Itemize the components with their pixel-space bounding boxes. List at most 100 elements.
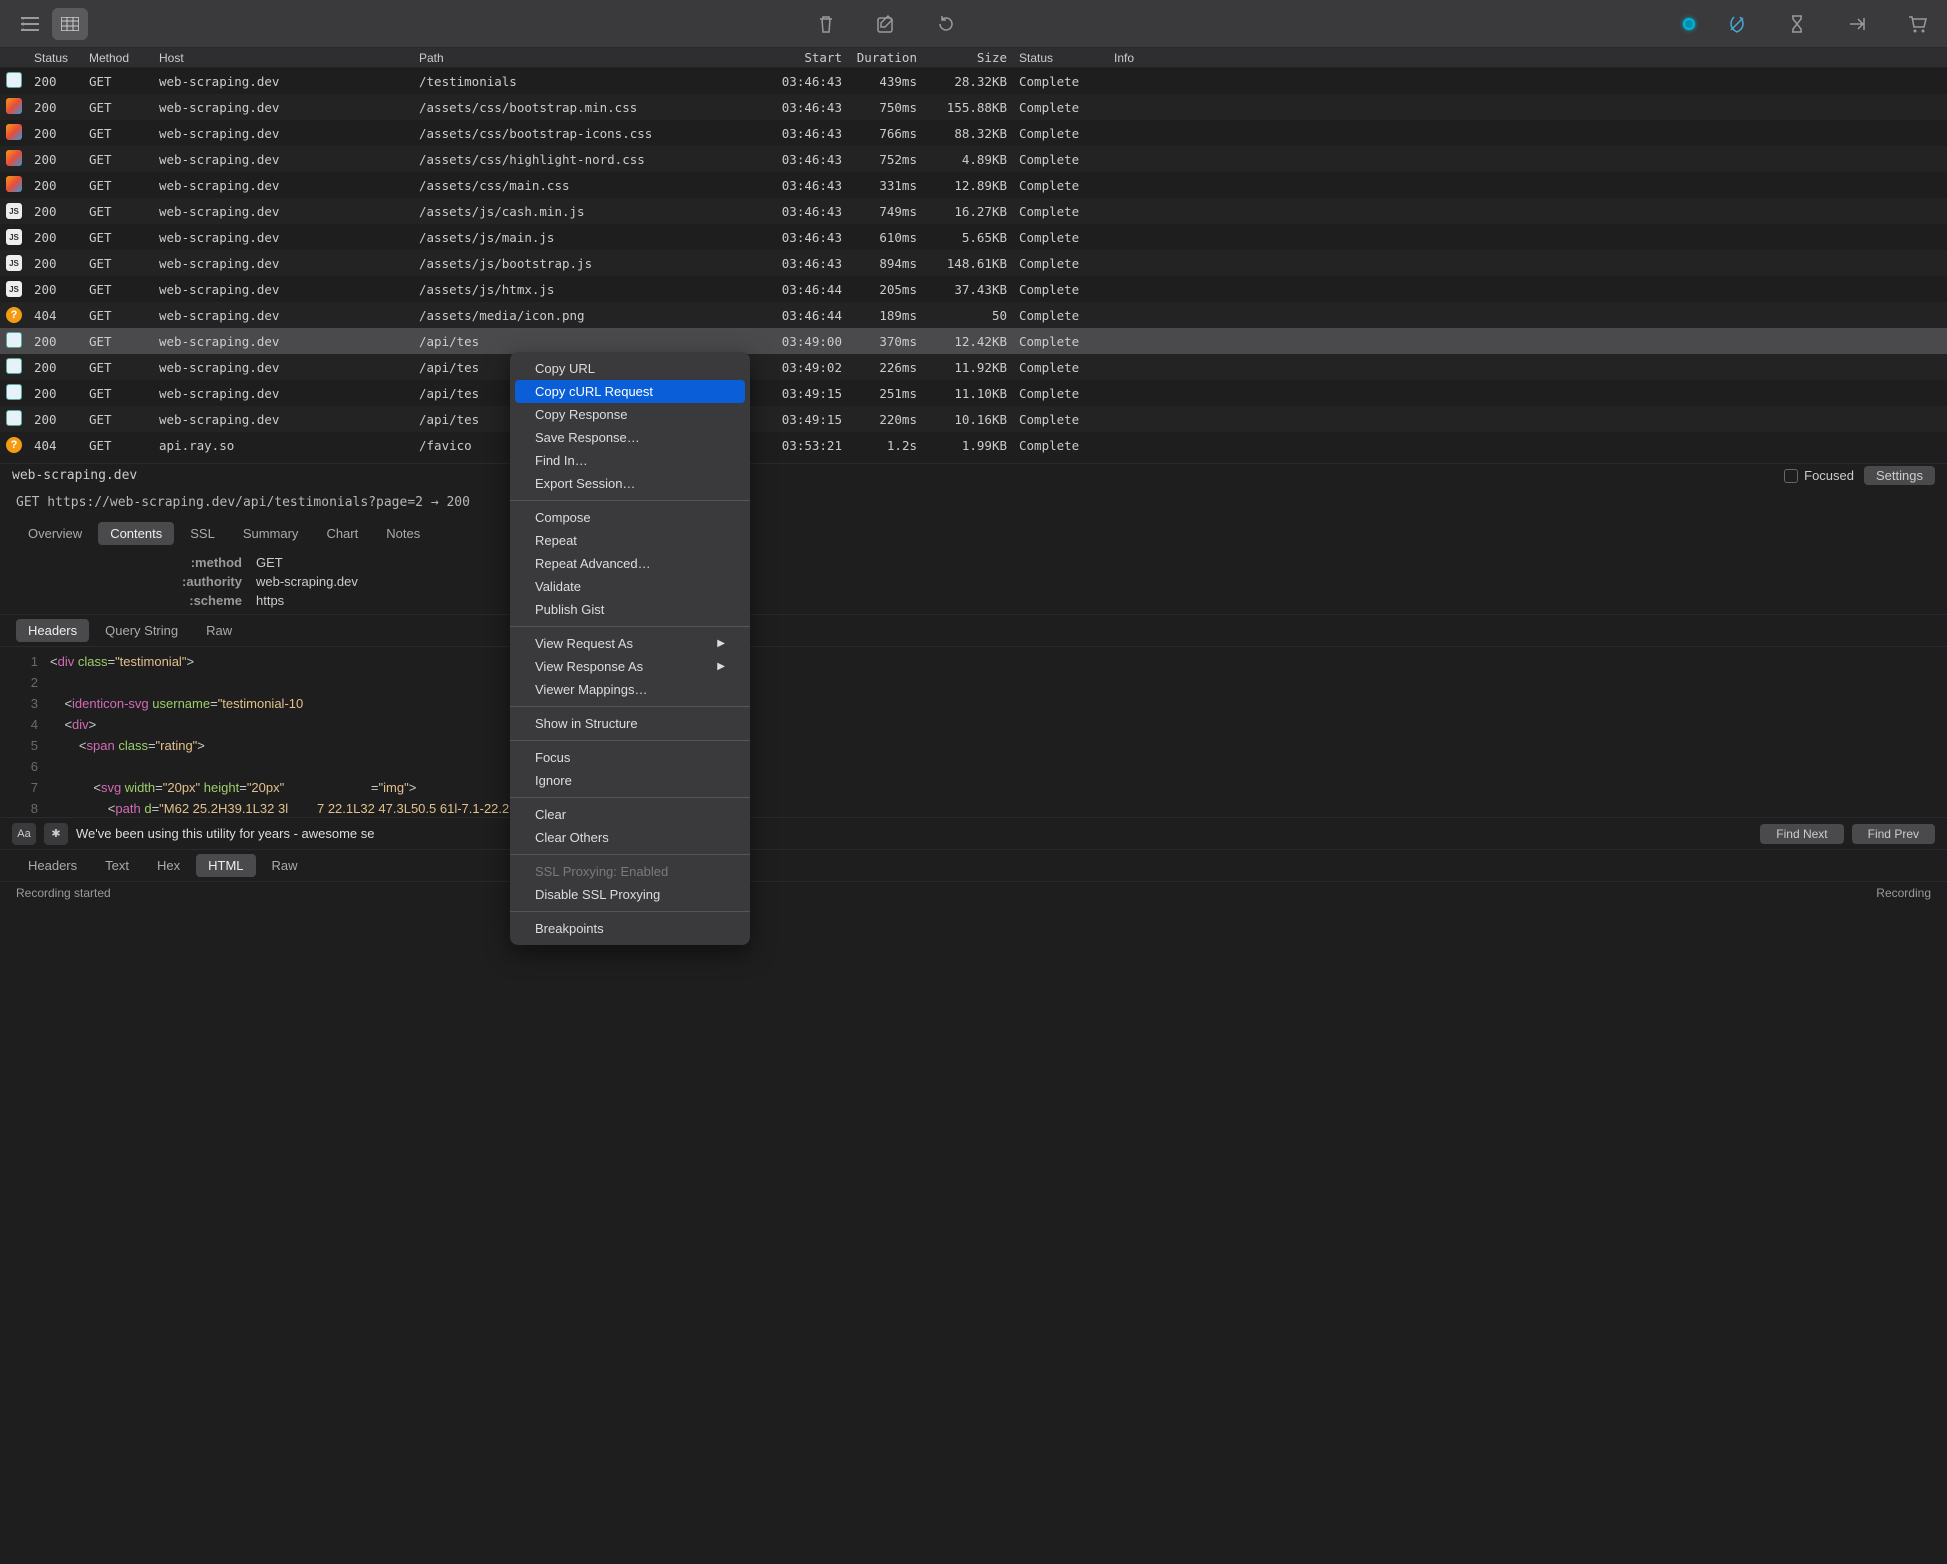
row-icon (0, 384, 28, 403)
menu-item[interactable]: Viewer Mappings… (515, 678, 745, 701)
subtab-query-string[interactable]: Query String (93, 619, 190, 642)
tab-notes[interactable]: Notes (374, 522, 432, 545)
header-row: :authorityweb-scraping.dev (0, 572, 1947, 591)
tab-summary[interactable]: Summary (231, 522, 311, 545)
menu-item[interactable]: Copy cURL Request (515, 380, 745, 403)
settings-button[interactable]: Settings (1864, 466, 1935, 485)
cell-rstatus: Complete (1013, 308, 1108, 323)
sub-tabs: HeadersQuery StringRaw (0, 614, 1947, 647)
edit-button[interactable] (868, 8, 904, 40)
menu-item[interactable]: Validate (515, 575, 745, 598)
delete-button[interactable] (808, 8, 844, 40)
request-line: GET https://web-scraping.dev/api/testimo… (0, 487, 1947, 518)
bottom-tab-text[interactable]: Text (93, 854, 141, 877)
row-icon: JS (0, 229, 28, 245)
table-row[interactable]: JS200GETweb-scraping.dev/assets/js/htmx.… (0, 276, 1947, 302)
table-row[interactable]: 200GETweb-scraping.dev/assets/css/highli… (0, 146, 1947, 172)
record-indicator-icon[interactable] (1683, 18, 1695, 30)
cell-start: 03:53:21 (753, 438, 848, 453)
tab-overview[interactable]: Overview (16, 522, 94, 545)
cell-status: 404 (28, 438, 83, 453)
col-path[interactable]: Path (413, 51, 753, 65)
menu-item[interactable]: Clear (515, 803, 745, 826)
bottom-tab-html[interactable]: HTML (196, 854, 255, 877)
table-row[interactable]: 200GETweb-scraping.dev/testimonials03:46… (0, 68, 1947, 94)
menu-item[interactable]: Copy Response (515, 403, 745, 426)
tab-contents[interactable]: Contents (98, 522, 174, 545)
col-status[interactable]: Status (28, 51, 83, 65)
view-list-button[interactable] (12, 8, 48, 40)
subtab-raw[interactable]: Raw (194, 619, 244, 642)
row-icon: JS (0, 281, 28, 297)
find-prev-button[interactable]: Find Prev (1852, 824, 1935, 844)
col-rstatus[interactable]: Status (1013, 51, 1108, 65)
cell-duration: 370ms (848, 334, 923, 349)
skip-icon[interactable] (1839, 8, 1875, 40)
table-row[interactable]: JS200GETweb-scraping.dev/assets/js/boots… (0, 250, 1947, 276)
table-row[interactable]: 200GETweb-scraping.dev/assets/css/bootst… (0, 94, 1947, 120)
subtab-headers[interactable]: Headers (16, 619, 89, 642)
focused-checkbox[interactable] (1784, 469, 1798, 483)
bottom-tab-headers[interactable]: Headers (16, 854, 89, 877)
timer-icon[interactable] (1779, 8, 1815, 40)
menu-item[interactable]: View Response As▶ (515, 655, 745, 678)
cell-start: 03:46:44 (753, 308, 848, 323)
col-info[interactable]: Info (1108, 51, 1188, 65)
menu-item[interactable]: Export Session… (515, 472, 745, 495)
cell-start: 03:49:02 (753, 360, 848, 375)
find-text[interactable]: We've been using this utility for years … (76, 826, 1752, 841)
menu-item[interactable]: Find In… (515, 449, 745, 472)
bottom-tab-raw[interactable]: Raw (260, 854, 310, 877)
menu-item[interactable]: Compose (515, 506, 745, 529)
find-next-button[interactable]: Find Next (1760, 824, 1843, 844)
table-row[interactable]: 200GETweb-scraping.dev/api/tes03:49:1522… (0, 406, 1947, 432)
throttle-button[interactable] (1719, 8, 1755, 40)
menu-item[interactable]: Repeat (515, 529, 745, 552)
find-case-button[interactable]: Aa (12, 823, 36, 845)
cell-method: GET (83, 126, 153, 141)
cell-start: 03:46:43 (753, 126, 848, 141)
table-row[interactable]: 200GETweb-scraping.dev/api/tes03:49:1525… (0, 380, 1947, 406)
col-size[interactable]: Size (923, 50, 1013, 65)
tab-ssl[interactable]: SSL (178, 522, 227, 545)
menu-item[interactable]: Copy URL (515, 357, 745, 380)
menu-item[interactable]: Repeat Advanced… (515, 552, 745, 575)
menu-item[interactable]: Focus (515, 746, 745, 769)
table-row[interactable]: 200GETweb-scraping.dev/assets/css/main.c… (0, 172, 1947, 198)
menu-item[interactable]: View Request As▶ (515, 632, 745, 655)
cart-icon[interactable] (1899, 8, 1935, 40)
menu-item[interactable]: Disable SSL Proxying (515, 883, 745, 906)
header-key: :method (16, 555, 256, 570)
table-row[interactable]: ?404GETweb-scraping.dev/assets/media/ico… (0, 302, 1947, 328)
menu-item[interactable]: Clear Others (515, 826, 745, 849)
col-duration[interactable]: Duration (848, 50, 923, 65)
table-row[interactable]: ?404GETapi.ray.so/favico03:53:211.2s1.99… (0, 432, 1947, 458)
tab-chart[interactable]: Chart (314, 522, 370, 545)
col-method[interactable]: Method (83, 51, 153, 65)
request-table: Status Method Host Path Start Duration S… (0, 48, 1947, 463)
table-row[interactable]: JS200GETweb-scraping.dev/assets/js/cash.… (0, 198, 1947, 224)
col-start[interactable]: Start (753, 50, 848, 65)
menu-item[interactable]: Show in Structure (515, 712, 745, 735)
cell-rstatus: Complete (1013, 230, 1108, 245)
cell-start: 03:46:43 (753, 204, 848, 219)
code-line: <div class="testimonial"> (50, 651, 1947, 672)
refresh-button[interactable] (928, 8, 964, 40)
header-key: :authority (16, 574, 256, 589)
row-icon (0, 72, 28, 91)
bottom-tab-hex[interactable]: Hex (145, 854, 192, 877)
menu-item[interactable]: Save Response… (515, 426, 745, 449)
table-row[interactable]: JS200GETweb-scraping.dev/assets/js/main.… (0, 224, 1947, 250)
cell-status: 200 (28, 126, 83, 141)
col-host[interactable]: Host (153, 51, 413, 65)
table-row[interactable]: 200GETweb-scraping.dev/assets/css/bootst… (0, 120, 1947, 146)
cell-status: 200 (28, 386, 83, 401)
table-row[interactable]: 200GETweb-scraping.dev/api/tes03:49:0037… (0, 328, 1947, 354)
view-table-button[interactable] (52, 8, 88, 40)
cell-host: web-scraping.dev (153, 178, 413, 193)
menu-item[interactable]: Breakpoints (515, 917, 745, 940)
find-regex-button[interactable]: ✱ (44, 823, 68, 845)
menu-item[interactable]: Ignore (515, 769, 745, 792)
menu-item[interactable]: Publish Gist (515, 598, 745, 621)
table-row[interactable]: 200GETweb-scraping.dev/api/tes03:49:0222… (0, 354, 1947, 380)
